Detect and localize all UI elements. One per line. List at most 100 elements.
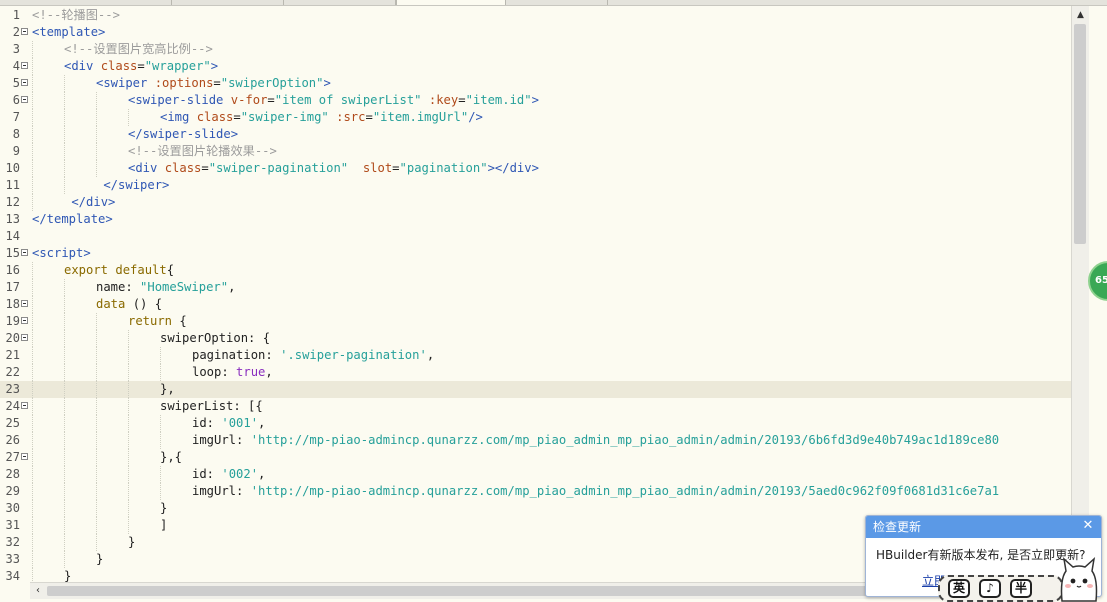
indent-guide: [96, 160, 97, 177]
code-text: </swiper>: [96, 177, 169, 194]
code-token: imgUrl:: [192, 484, 251, 498]
vertical-scroll-thumb[interactable]: [1074, 24, 1086, 244]
code-token: >: [531, 93, 539, 107]
ime-language-key[interactable]: 英: [948, 579, 970, 598]
code-token: ,: [258, 416, 266, 430]
indent-guide: [64, 177, 65, 194]
indent-guide: [32, 534, 33, 551]
code-line[interactable]: 4 <div class="wrapper">: [0, 58, 1071, 75]
code-text: ]: [160, 517, 167, 534]
indent-guide: [128, 449, 129, 466]
code-token: <swiper-slide: [128, 93, 231, 107]
indent-guide: [32, 58, 33, 75]
code-token: return: [128, 314, 173, 328]
code-line[interactable]: 28 id: '002',: [0, 466, 1071, 483]
indent-guide: [96, 466, 97, 483]
ime-toolbar[interactable]: 英 ♪ 半: [938, 557, 1100, 602]
close-icon[interactable]: ✕: [1081, 519, 1095, 533]
editor-tab-active[interactable]: [396, 0, 506, 5]
line-number: 5: [12, 76, 20, 90]
code-text: <template>: [32, 24, 105, 41]
code-line[interactable]: 26 imgUrl: 'http://mp-piao-admincp.qunarz…: [0, 432, 1071, 449]
code-line[interactable]: 8 </swiper-slide>: [0, 126, 1071, 143]
indent-guide: [32, 398, 33, 415]
code-line[interactable]: 6 <swiper-slide v-for="item of swiperList…: [0, 92, 1071, 109]
cat-mascot-icon: [1060, 557, 1098, 602]
code-token: }: [96, 552, 104, 566]
code-line[interactable]: 18 data () {: [0, 296, 1071, 313]
fold-toggle-icon[interactable]: [21, 300, 28, 307]
fold-toggle-icon[interactable]: [21, 28, 28, 35]
fold-toggle-icon[interactable]: [21, 402, 28, 409]
scroll-up-arrow-icon[interactable]: ▲: [1072, 8, 1089, 22]
code-line[interactable]: 1 <!--轮播图-->: [0, 7, 1071, 24]
code-line[interactable]: 2 <template>: [0, 24, 1071, 41]
code-line[interactable]: 29 imgUrl: 'http://mp-piao-admincp.qunarz…: [0, 483, 1071, 500]
fold-toggle-icon[interactable]: [21, 453, 28, 460]
code-line[interactable]: 27},{: [0, 449, 1071, 466]
fold-toggle-icon[interactable]: [21, 249, 28, 256]
code-token: }: [64, 569, 72, 582]
indent-guide: [32, 500, 33, 517]
code-text: id: '001',: [192, 415, 265, 432]
code-text: return {: [128, 313, 187, 330]
code-line[interactable]: 20 swiperOption: {: [0, 330, 1071, 347]
indent-guide: [64, 347, 65, 364]
editor-tab[interactable]: [506, 0, 608, 5]
indent-guide: [32, 483, 33, 500]
code-line[interactable]: 19 return {: [0, 313, 1071, 330]
code-line[interactable]: 16 export default{: [0, 262, 1071, 279]
code-line[interactable]: 24 swiperList: [{: [0, 398, 1071, 415]
line-number: 34: [5, 569, 20, 582]
line-number: 17: [5, 280, 20, 294]
fold-toggle-icon[interactable]: [21, 317, 28, 324]
ime-halfwidth-key[interactable]: 半: [1010, 579, 1032, 598]
indent-guide: [128, 109, 129, 126]
floating-badge[interactable]: 65: [1088, 261, 1107, 301]
vertical-scrollbar[interactable]: ▲: [1071, 6, 1089, 582]
code-line[interactable]: 5 <swiper :options="swiperOption">: [0, 75, 1071, 92]
line-number: 8: [12, 127, 20, 141]
fold-toggle-icon[interactable]: [21, 334, 28, 341]
indent-guide: [32, 296, 33, 313]
code-text: },: [160, 381, 175, 398]
indent-guide: [128, 398, 129, 415]
line-number: 25: [5, 416, 20, 430]
code-line[interactable]: 25 id: '001',: [0, 415, 1071, 432]
code-token: >: [323, 76, 331, 90]
scroll-left-arrow-icon[interactable]: ‹: [32, 584, 44, 598]
code-line[interactable]: 13 </template>: [0, 211, 1071, 228]
code-line[interactable]: 21 pagination: '.swiper-pagination',: [0, 347, 1071, 364]
code-token: <template>: [32, 25, 106, 39]
code-line[interactable]: 9 <!--设置图片轮播效果-->: [0, 143, 1071, 160]
code-line[interactable]: 15 <script>: [0, 245, 1071, 262]
ime-punctuation-key[interactable]: ♪: [979, 579, 1001, 598]
editor-tab[interactable]: [284, 0, 396, 5]
code-text: name: "HomeSwiper",: [96, 279, 235, 296]
code-token: </template>: [32, 212, 113, 226]
code-token: :key: [428, 93, 459, 107]
line-number: 2: [12, 25, 20, 39]
editor-tab[interactable]: [0, 0, 172, 5]
fold-toggle-icon[interactable]: [21, 62, 28, 69]
indent-guide: [32, 466, 33, 483]
code-token: <div: [128, 161, 165, 175]
code-text: <swiper :options="swiperOption">: [96, 75, 331, 92]
code-line[interactable]: 7 <img class="swiper-img" :src="item.imgU…: [0, 109, 1071, 126]
fold-toggle-icon[interactable]: [21, 96, 28, 103]
code-line[interactable]: 12 </div>: [0, 194, 1071, 211]
code-line[interactable]: 3 <!--设置图片宽高比例-->: [0, 41, 1071, 58]
code-line[interactable]: 23},: [0, 381, 1071, 398]
code-token: =: [458, 93, 466, 107]
badge-count: 65: [1095, 275, 1107, 286]
editor-tab[interactable]: [172, 0, 284, 5]
code-line[interactable]: 22 loop: true,: [0, 364, 1071, 381]
code-line[interactable]: 11 </swiper>: [0, 177, 1071, 194]
code-text: <div class="swiper-pagination" slot="pag…: [128, 160, 539, 177]
code-line[interactable]: 14: [0, 228, 1071, 245]
fold-toggle-icon[interactable]: [21, 79, 28, 86]
code-editor[interactable]: 1 <!--轮播图--> 2 <template> 3 <!--设置图片宽高比例--> 4 <…: [0, 6, 1071, 582]
code-line[interactable]: 10 <div class="swiper-pagination" slot="p…: [0, 160, 1071, 177]
code-token: "pagination": [399, 161, 488, 175]
code-line[interactable]: 17 name: "HomeSwiper",: [0, 279, 1071, 296]
